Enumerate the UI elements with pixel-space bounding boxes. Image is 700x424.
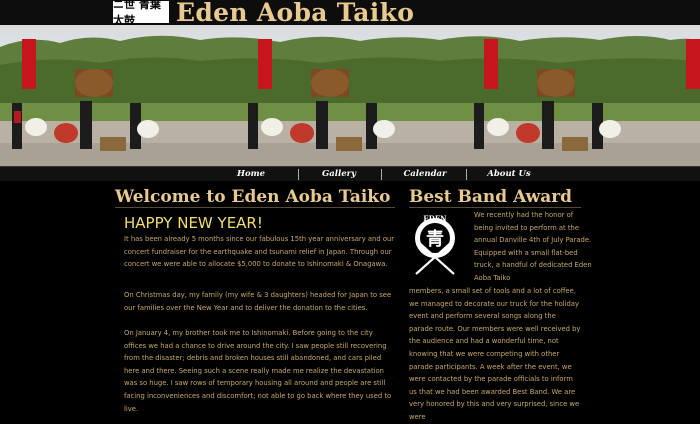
nav-home[interactable]: Home xyxy=(222,167,280,181)
side-heading-divider xyxy=(409,207,581,208)
heading-divider xyxy=(115,207,395,208)
award-text-wrapped: We recently had the honor of being invit… xyxy=(474,211,592,282)
christmas-paragraph: On Christmas day, my family (my wife & 3… xyxy=(124,291,392,312)
intro-paragraph: It has been already 5 months since our f… xyxy=(124,235,395,269)
welcome-heading: Welcome to Eden Aoba Taiko xyxy=(115,187,391,207)
banner-image xyxy=(0,25,700,166)
nav-divider xyxy=(298,169,299,180)
top-header-bar: ニ世 青葉太鼓 Eden Aoba Taiko xyxy=(0,0,700,27)
happy-new-year-title: HAPPY NEW YEAR! xyxy=(124,214,263,232)
nav-calendar[interactable]: Calendar xyxy=(388,167,462,181)
nav-divider xyxy=(466,169,467,180)
taiko-performers-photo xyxy=(0,25,700,166)
svg-text:EDEN: EDEN xyxy=(423,214,447,223)
nav-gallery[interactable]: Gallery xyxy=(304,167,374,181)
nav-divider xyxy=(381,169,382,180)
award-text-full: members, a small set of tools and a lot … xyxy=(409,287,581,421)
main-navigation: Home Gallery Calendar About Us xyxy=(0,166,700,181)
svg-text:青: 青 xyxy=(426,229,444,250)
site-logo[interactable]: ニ世 青葉太鼓 xyxy=(113,0,169,27)
ishinomaki-paragraph: On January 4, my brother took me to Ishi… xyxy=(124,329,392,413)
site-title: Eden Aoba Taiko xyxy=(176,0,415,27)
eden-aoba-emblem: 青 EDEN xyxy=(415,214,455,275)
best-band-award-heading: Best Band Award xyxy=(409,187,573,207)
nav-about-us[interactable]: About Us xyxy=(472,167,546,181)
